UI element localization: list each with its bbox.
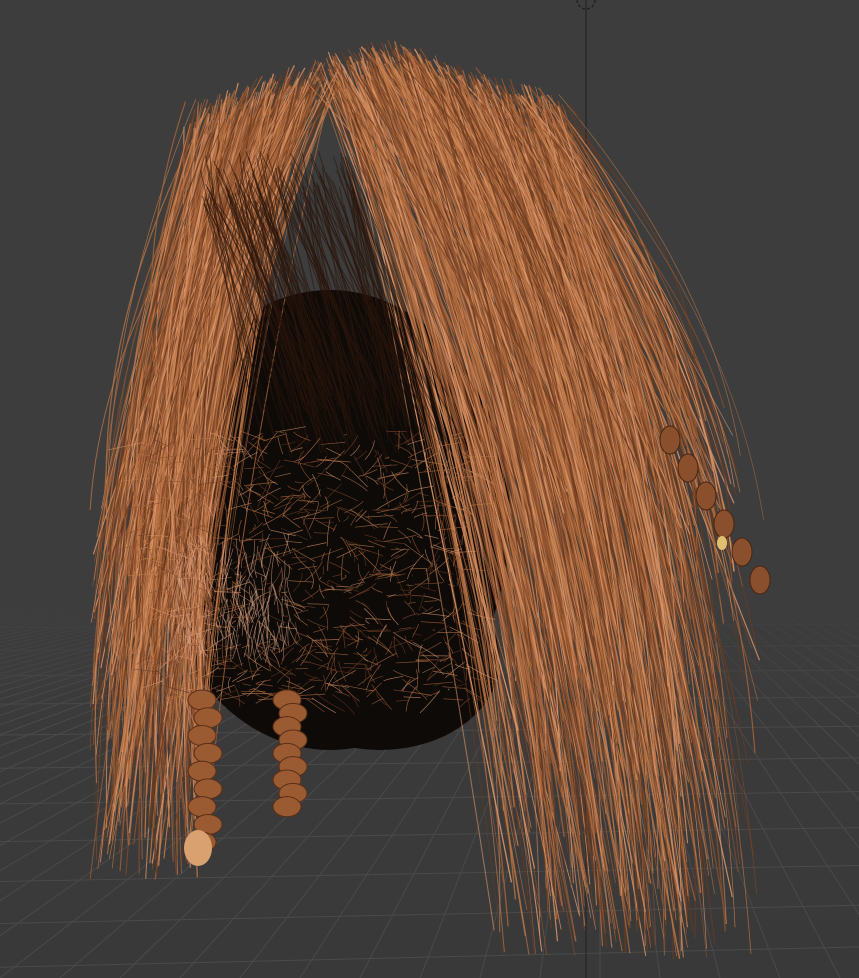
braid-segment (272, 796, 302, 818)
braid-segment (749, 565, 771, 595)
braid-tip (184, 830, 212, 866)
hair-model[interactable] (0, 0, 859, 978)
braid-segment (731, 537, 753, 567)
braid-segment (695, 481, 717, 511)
braid-segment (713, 509, 735, 539)
braid-segment (187, 689, 217, 711)
braid-segment (187, 725, 217, 747)
braid-segment (659, 425, 681, 455)
braid-segment (187, 796, 217, 818)
braid-segment (677, 453, 699, 483)
braid-segment (193, 707, 223, 729)
3d-viewport[interactable] (0, 0, 859, 978)
braid-segment (187, 760, 217, 782)
braid-segment (193, 742, 223, 764)
braid-segment (193, 778, 223, 800)
braid-bead (717, 536, 727, 550)
